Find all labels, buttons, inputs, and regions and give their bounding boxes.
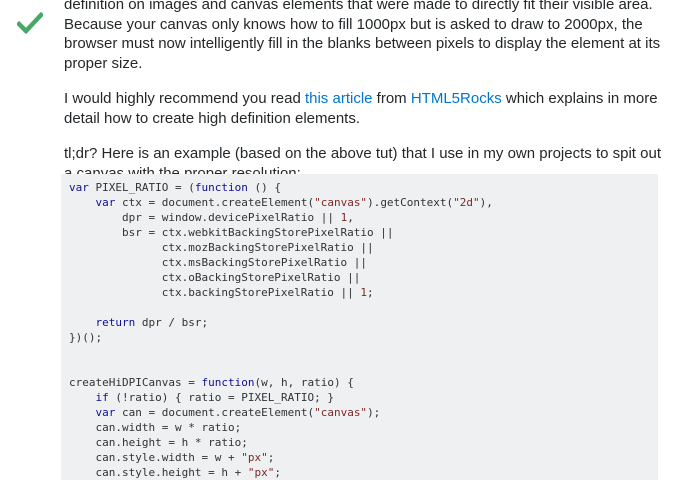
code-line: ctx.backingStorePixelRatio || 1; bbox=[161, 286, 374, 299]
code-line: can.height = h * ratio; bbox=[95, 436, 248, 449]
code-line: var ctx = document.createElement("canvas… bbox=[95, 196, 493, 209]
code-line: can.width = w * ratio; bbox=[95, 421, 242, 434]
paragraph-text: I would highly recommend you read bbox=[64, 90, 305, 107]
code-line: var can = document.createElement("canvas… bbox=[95, 406, 381, 419]
code-line: bsr = ctx.webkitBackingStorePixelRatio |… bbox=[121, 226, 394, 239]
vote-cell bbox=[0, 0, 60, 480]
code-line: if (!ratio) { ratio = PIXEL_RATIO; } bbox=[95, 391, 334, 404]
answer-body: definition on images and canvas elements… bbox=[64, 0, 664, 199]
code-line: ctx.msBackingStorePixelRatio || bbox=[161, 256, 368, 269]
accepted-checkmark-icon[interactable] bbox=[15, 11, 45, 35]
code-line: return dpr / bsr; bbox=[95, 316, 209, 329]
code-line: createHiDPICanvas = function(w, h, ratio… bbox=[69, 376, 354, 389]
code-line: ctx.oBackingStorePixelRatio || bbox=[161, 271, 361, 284]
paragraph-text: from bbox=[372, 90, 411, 107]
code-line: dpr = window.devicePixelRatio || 1, bbox=[121, 211, 354, 224]
code-block[interactable]: var PIXEL_RATIO = (function () { var ctx… bbox=[61, 174, 658, 480]
code-line: can.style.width = w + "px"; bbox=[95, 451, 275, 464]
code-line: can.style.height = h + "px"; bbox=[95, 466, 282, 479]
answer-paragraph-1: definition on images and canvas elements… bbox=[64, 0, 661, 72]
code-line: })(); bbox=[69, 331, 103, 344]
answer-paragraph-2: I would highly recommend you read this a… bbox=[64, 89, 664, 128]
code-line: var PIXEL_RATIO = (function () { bbox=[69, 181, 281, 194]
code-content: var PIXEL_RATIO = (function () { var ctx… bbox=[69, 180, 658, 480]
this-article-link[interactable]: this article bbox=[305, 90, 373, 107]
html5rocks-link[interactable]: HTML5Rocks bbox=[411, 90, 502, 107]
code-line: ctx.mozBackingStorePixelRatio || bbox=[161, 241, 374, 254]
